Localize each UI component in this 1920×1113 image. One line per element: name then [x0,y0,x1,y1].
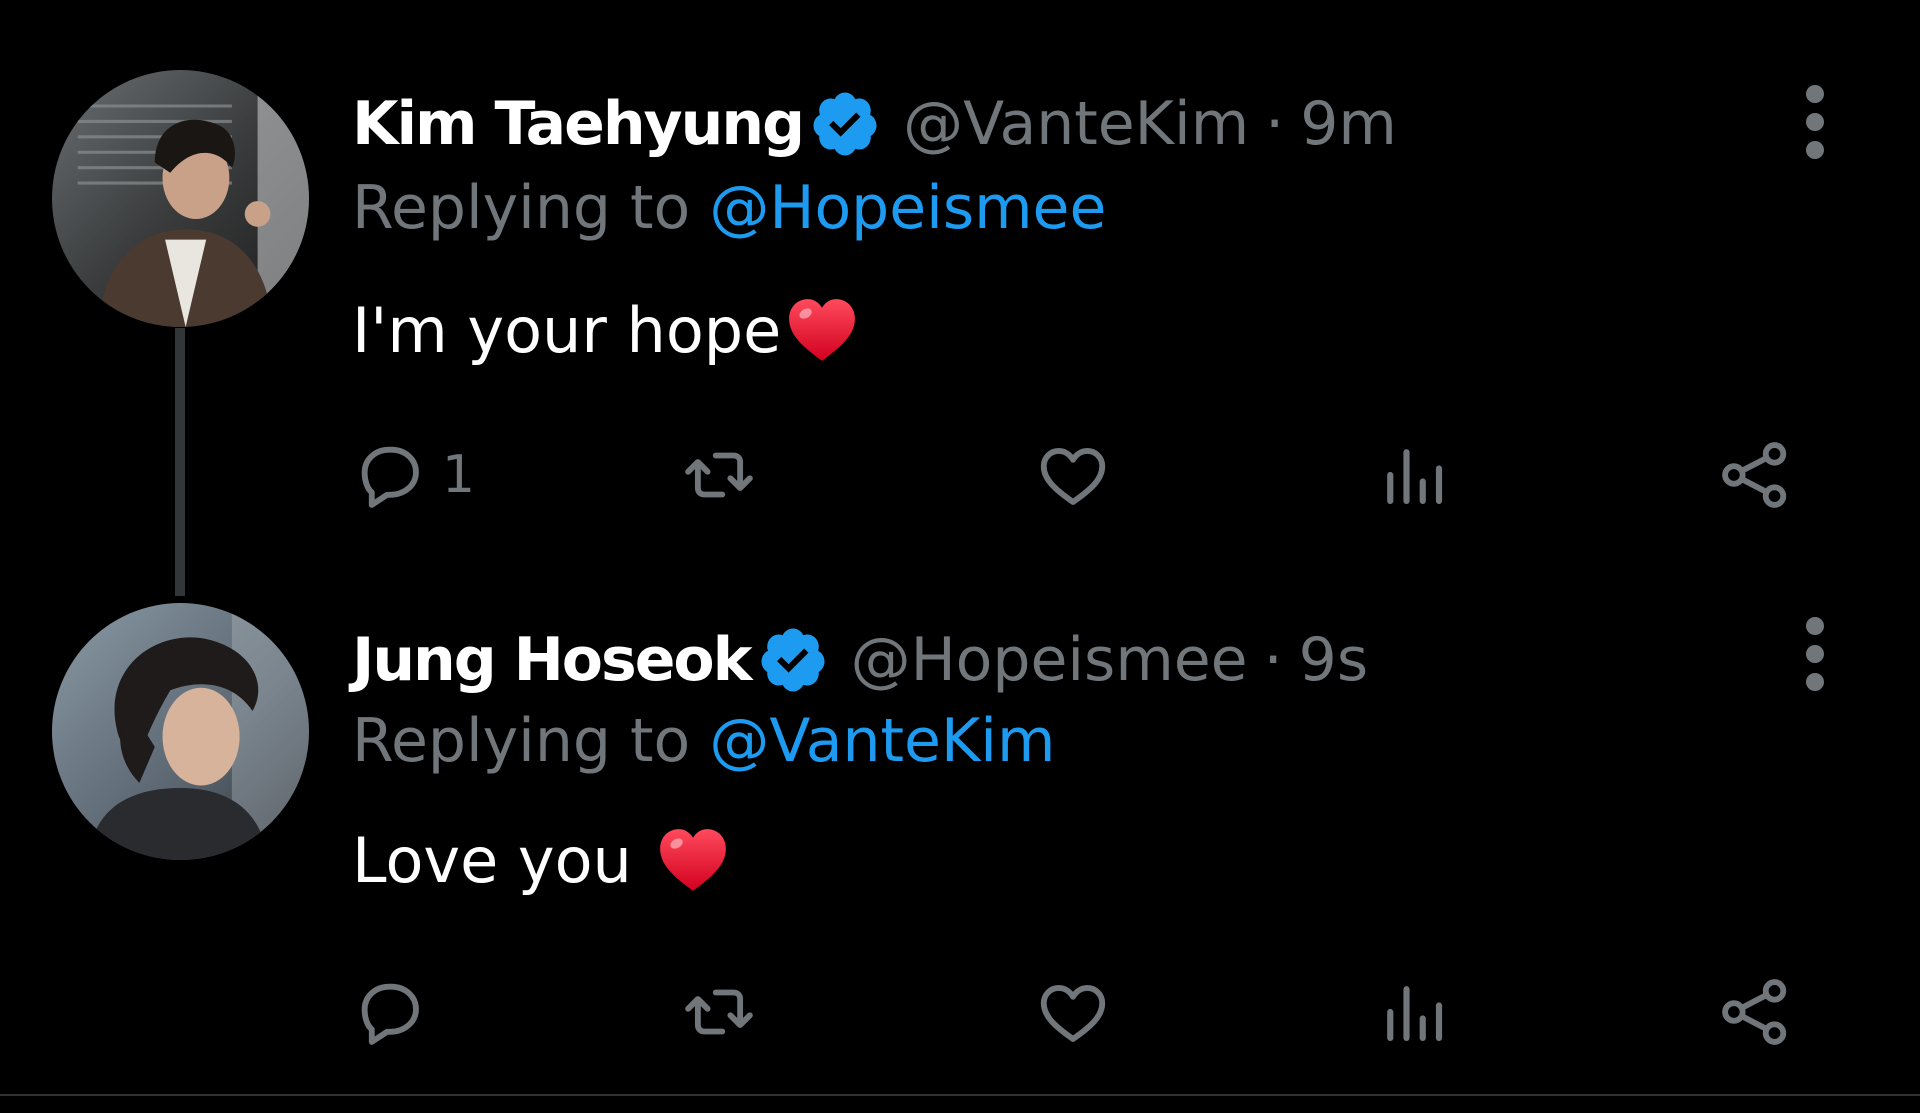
red-heart-emoji-icon [656,823,730,897]
views-button[interactable] [1374,430,1452,520]
tweet[interactable]: Jung Hoseok @Hopeismee · 9s Replying to … [0,534,1920,1094]
avatar-image [52,603,309,860]
avatar-image [52,70,309,327]
share-button[interactable] [1716,967,1794,1057]
user-handle[interactable]: @VanteKim [903,89,1249,159]
more-options-icon[interactable] [1795,82,1835,162]
tweet[interactable]: Kim Taehyung @VanteKim · 9m Replying to … [0,0,1920,570]
tweet-header: Kim Taehyung @VanteKim · 9m [352,88,1397,160]
more-options-icon[interactable] [1795,614,1835,694]
views-button[interactable] [1374,967,1452,1057]
display-name[interactable]: Jung Hoseok [352,625,753,695]
share-button[interactable] [1716,430,1794,520]
reply-icon [361,983,419,1045]
like-button[interactable] [1034,430,1112,520]
dot-separator: · [1265,89,1285,159]
views-icon [1387,449,1443,505]
share-icon [1722,979,1787,1045]
tweet-actions-bar [350,967,1810,1057]
red-heart-emoji-icon [785,293,859,367]
dot-separator: · [1263,625,1283,695]
bottom-divider [0,1094,1920,1096]
replying-to: Replying to @Hopeismee [352,173,1106,243]
reply-mention-link[interactable]: @Hopeismee [709,173,1106,243]
retweet-icon [685,989,753,1035]
timestamp[interactable]: 9s [1299,625,1368,695]
tweet-text-content: Love you [352,823,652,897]
reply-icon [361,446,419,508]
retweet-button[interactable] [680,430,758,520]
tweet-actions-bar: 1 [350,430,1810,520]
like-button[interactable] [1034,967,1112,1057]
avatar[interactable] [52,603,309,860]
retweet-button[interactable] [680,967,758,1057]
display-name[interactable]: Kim Taehyung [352,89,805,159]
user-handle[interactable]: @Hopeismee [851,625,1248,695]
like-icon [1040,448,1106,505]
share-icon [1722,442,1787,508]
reply-thread: Kim Taehyung @VanteKim · 9m Replying to … [0,0,1920,1113]
avatar[interactable] [52,70,309,327]
tweet-text: I'm your hope [352,293,859,367]
verified-badge-icon [757,624,829,696]
tweet-text-content: I'm your hope [352,293,782,367]
reply-count: 1 [442,445,476,505]
tweet-text: Love you [352,823,730,897]
verified-badge-icon [809,88,881,160]
reply-button[interactable] [350,967,442,1057]
replying-to-label: Replying to [352,173,710,243]
reply-mention-link[interactable]: @VanteKim [709,706,1055,776]
like-icon [1040,985,1106,1042]
tweet-header: Jung Hoseok @Hopeismee · 9s [352,624,1368,696]
replying-to: Replying to @VanteKim [352,706,1055,776]
timestamp[interactable]: 9m [1300,89,1397,159]
replying-to-label: Replying to [352,706,710,776]
views-icon [1387,986,1443,1042]
reply-button[interactable]: 1 [350,430,475,520]
retweet-icon [685,452,753,498]
